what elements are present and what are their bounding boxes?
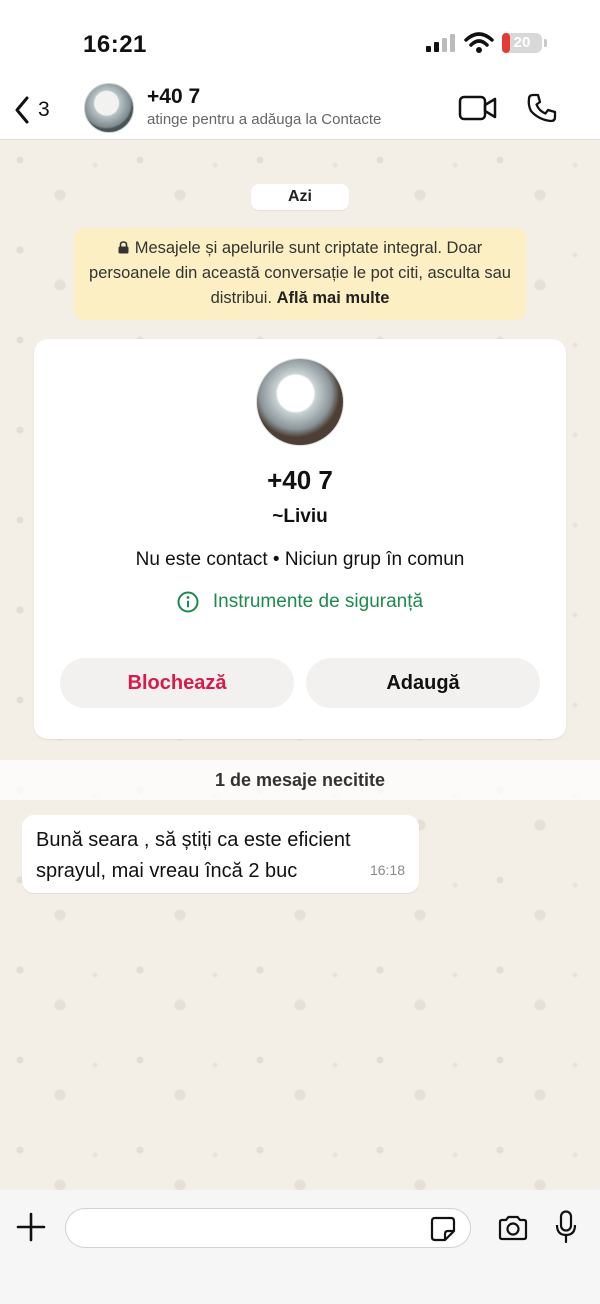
video-call-icon[interactable]: [458, 94, 498, 122]
unread-messages-separator: 1 de mesaje necitite: [0, 760, 600, 800]
chat-header: 3 +40 7 atinge pentru a adăuga la Contac…: [0, 80, 600, 140]
message-timestamp: 16:18: [369, 862, 405, 878]
message-line: Bună seara , să știți ca este eficient: [36, 829, 351, 851]
status-bar: 16:21 20: [0, 0, 600, 80]
status-time: 16:21: [83, 31, 147, 58]
safety-tools-link[interactable]: Instrumente de siguranță: [34, 591, 566, 613]
wifi-icon: [464, 32, 494, 53]
battery-indicator: 20: [502, 33, 542, 53]
add-contact-button[interactable]: Adaugă: [306, 658, 540, 708]
date-separator: Azi: [251, 184, 349, 210]
contact-number: +40 7: [267, 465, 333, 495]
phone-icon[interactable]: [526, 92, 558, 124]
info-icon: [177, 591, 199, 613]
back-chevron-icon: [15, 96, 29, 124]
sticker-icon[interactable]: [430, 1216, 456, 1242]
contact-subtitle[interactable]: atinge pentru a adăuga la Contacte: [147, 111, 381, 128]
camera-icon[interactable]: [497, 1214, 529, 1242]
contact-alias: ~Liviu: [272, 506, 328, 527]
microphone-icon[interactable]: [555, 1210, 577, 1244]
safety-tools-label: Instrumente de siguranță: [212, 591, 424, 612]
contact-name[interactable]: +40 7: [147, 85, 200, 109]
incoming-message-bubble[interactable]: Bună seara , să știți ca este eficient s…: [22, 815, 419, 893]
back-button[interactable]: 3: [14, 90, 70, 130]
message-composer: [0, 1190, 600, 1304]
message-line: sprayul, mai vreau încă 2 buc: [36, 860, 298, 882]
encryption-notice[interactable]: Mesajele și apelurile sunt criptate inte…: [74, 228, 526, 320]
plus-icon[interactable]: [16, 1212, 46, 1242]
battery-level: 20: [513, 34, 531, 51]
learn-more-link[interactable]: Află mai multe: [277, 289, 390, 307]
contact-avatar[interactable]: [84, 83, 134, 133]
contact-info-card: +40 7 ~Liviu Nu este contact • Niciun gr…: [34, 339, 566, 739]
cellular-signal-icon: [426, 34, 455, 52]
contact-avatar-large[interactable]: [256, 358, 344, 446]
contact-relationship-info: Nu este contact • Niciun grup în comun: [135, 549, 465, 570]
block-button[interactable]: Blochează: [60, 658, 294, 708]
unread-chats-count: 3: [38, 98, 50, 121]
lock-icon: [118, 241, 129, 254]
message-input[interactable]: [65, 1208, 471, 1248]
battery-nub: [544, 39, 547, 47]
